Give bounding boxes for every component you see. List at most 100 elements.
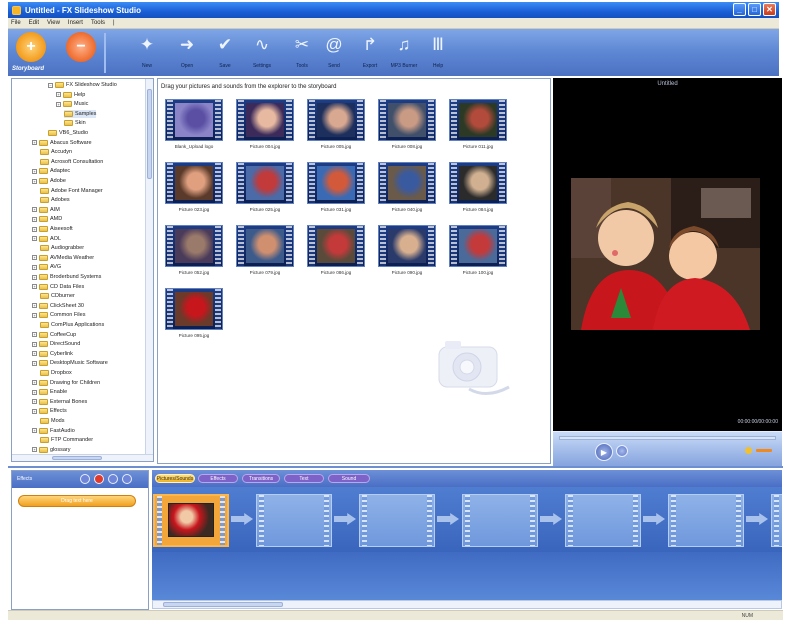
transition-arrow-icon[interactable] bbox=[231, 513, 253, 525]
tree-item[interactable]: Accudyn bbox=[40, 148, 72, 156]
tree-item[interactable]: + Aiseesoft bbox=[32, 225, 73, 233]
expand-icon[interactable]: + bbox=[32, 284, 37, 290]
transition-arrow-icon[interactable] bbox=[746, 513, 768, 525]
expand-icon[interactable]: + bbox=[32, 399, 37, 405]
tree-horizontal-scrollbar[interactable] bbox=[12, 454, 153, 461]
tool-new[interactable]: ✦ New bbox=[129, 33, 165, 73]
menu-item-3[interactable]: Insert bbox=[68, 20, 83, 26]
expand-icon[interactable]: + bbox=[32, 332, 37, 338]
tree-item[interactable]: + Adobe bbox=[32, 177, 66, 185]
tree-item[interactable]: + Help bbox=[56, 91, 85, 99]
remove-button[interactable]: − bbox=[66, 32, 96, 62]
playback-progress[interactable] bbox=[559, 436, 776, 440]
expand-icon[interactable]: + bbox=[32, 351, 37, 357]
media-thumbnail[interactable]: Picture 090.jpg bbox=[378, 225, 436, 279]
tree-item[interactable]: FTP Commander bbox=[40, 436, 93, 444]
tree-hscroll-thumb[interactable] bbox=[52, 456, 102, 460]
tab-text[interactable]: Text bbox=[284, 474, 324, 483]
tree-item[interactable]: + Broderbund Systems bbox=[32, 273, 101, 281]
expand-icon[interactable]: + bbox=[56, 92, 61, 98]
tree-item[interactable]: + Drawing for Children bbox=[32, 379, 100, 387]
expand-icon[interactable]: + bbox=[32, 236, 37, 242]
tree-item[interactable]: + CD Data Files bbox=[32, 283, 84, 291]
expand-icon[interactable]: − bbox=[48, 82, 53, 88]
tree-item[interactable]: Audiograbber bbox=[40, 244, 84, 252]
audio-track[interactable] bbox=[152, 552, 782, 600]
transition-arrow-icon[interactable] bbox=[334, 513, 356, 525]
media-thumbnail[interactable]: Picture 023.jpg bbox=[165, 162, 223, 216]
expand-icon[interactable]: + bbox=[32, 274, 37, 280]
media-thumbnail[interactable]: Picture 084.jpg bbox=[449, 162, 507, 216]
tool-help[interactable]: Ⅲ Help bbox=[420, 33, 456, 73]
maximize-button[interactable]: □ bbox=[748, 3, 761, 16]
expand-icon[interactable]: + bbox=[32, 341, 37, 347]
expand-icon[interactable]: + bbox=[32, 360, 37, 366]
tree-item[interactable]: + Music bbox=[56, 100, 88, 108]
tree-item[interactable]: + Cyberlink bbox=[32, 350, 73, 358]
tab-transitions[interactable]: Transitions bbox=[242, 474, 280, 483]
expand-icon[interactable]: + bbox=[32, 226, 37, 232]
expand-icon[interactable]: + bbox=[32, 408, 37, 414]
tree-item[interactable]: + AMD bbox=[32, 215, 62, 223]
media-thumbnail[interactable]: Picture 095.jpg bbox=[165, 288, 223, 342]
media-thumbnail[interactable]: Picture 008.jpg bbox=[378, 99, 436, 153]
media-thumbnail[interactable]: Blank_Upload logo bbox=[165, 99, 223, 153]
tree-item[interactable]: Adobe Font Manager bbox=[40, 187, 103, 195]
tool-settings[interactable]: ∿ Settings bbox=[244, 33, 280, 73]
menu-item-5[interactable]: | bbox=[113, 20, 115, 26]
storyboard-slot-empty[interactable] bbox=[256, 494, 332, 547]
storyboard-slot-empty[interactable] bbox=[359, 494, 435, 547]
tree-item[interactable]: + ClickSheet 30 bbox=[32, 302, 84, 310]
storyboard[interactable] bbox=[152, 487, 782, 552]
storyboard-scrollbar[interactable] bbox=[152, 600, 782, 609]
media-thumbnail[interactable]: Picture 079.jpg bbox=[236, 225, 294, 279]
tool-tools[interactable]: ✂ Tools bbox=[284, 33, 320, 73]
expand-icon[interactable]: + bbox=[32, 207, 37, 213]
close-button[interactable]: ✕ bbox=[763, 3, 776, 16]
expand-icon[interactable]: + bbox=[32, 216, 37, 222]
circle-button-4-icon[interactable] bbox=[122, 474, 132, 484]
menu-item-0[interactable]: File bbox=[11, 20, 21, 26]
tree-item[interactable]: − FX Slideshow Studio bbox=[48, 81, 117, 89]
tree-item[interactable]: Samples bbox=[64, 109, 97, 118]
tree-item[interactable]: + Enable bbox=[32, 388, 67, 396]
tree-vertical-scrollbar[interactable] bbox=[145, 79, 153, 461]
tree-item[interactable]: CDburner bbox=[40, 292, 75, 300]
add-button[interactable]: + bbox=[16, 32, 46, 62]
tree-item[interactable]: + glossary bbox=[32, 446, 70, 454]
stop-button[interactable] bbox=[616, 445, 628, 457]
tree-item[interactable]: VB6_Studio bbox=[48, 129, 88, 137]
transition-arrow-icon[interactable] bbox=[540, 513, 562, 525]
storyboard-slot-empty[interactable] bbox=[565, 494, 641, 547]
storyboard-slot-empty[interactable] bbox=[462, 494, 538, 547]
expand-icon[interactable]: + bbox=[32, 380, 37, 386]
expand-icon[interactable]: + bbox=[56, 101, 61, 107]
transition-arrow-icon[interactable] bbox=[437, 513, 459, 525]
transition-arrow-icon[interactable] bbox=[643, 513, 665, 525]
panel-divider[interactable] bbox=[8, 466, 783, 468]
media-thumbnail[interactable]: Picture 100.jpg bbox=[449, 225, 507, 279]
media-thumbnail[interactable]: Picture 040.jpg bbox=[378, 162, 436, 216]
storyboard-slot-empty[interactable] bbox=[771, 494, 782, 547]
tool-open[interactable]: ➜ Open bbox=[169, 33, 205, 73]
tree-item[interactable]: + AOL bbox=[32, 235, 61, 243]
tree-item[interactable]: + AVMedia Weather bbox=[32, 254, 94, 262]
volume-slider[interactable] bbox=[756, 449, 772, 452]
tab-sound[interactable]: Sound bbox=[328, 474, 370, 483]
media-thumbnail[interactable]: Picture 086.jpg bbox=[307, 225, 365, 279]
media-thumbnail[interactable]: Picture 025.jpg bbox=[236, 162, 294, 216]
expand-icon[interactable]: + bbox=[32, 428, 37, 434]
media-thumbnail[interactable]: Picture 031.jpg bbox=[307, 162, 365, 216]
tree-item[interactable]: + DesktopMusic Software bbox=[32, 359, 108, 367]
media-thumbnail[interactable]: Picture 011.jpg bbox=[449, 99, 507, 153]
volume-icon[interactable] bbox=[745, 447, 752, 454]
expand-icon[interactable]: + bbox=[32, 312, 37, 318]
media-thumbnail[interactable]: Picture 052.jpg bbox=[165, 225, 223, 279]
tree-item[interactable]: + CoffeeCup bbox=[32, 331, 76, 339]
storyboard-slot-filled[interactable] bbox=[153, 494, 229, 547]
tree-scroll-thumb[interactable] bbox=[147, 89, 152, 179]
tree-item[interactable]: Acrosoft Consultation bbox=[40, 158, 103, 166]
drag-text-pill[interactable]: Drag text here bbox=[18, 495, 136, 507]
expand-icon[interactable]: + bbox=[32, 178, 37, 184]
tree-item[interactable]: + External Bones bbox=[32, 398, 87, 406]
